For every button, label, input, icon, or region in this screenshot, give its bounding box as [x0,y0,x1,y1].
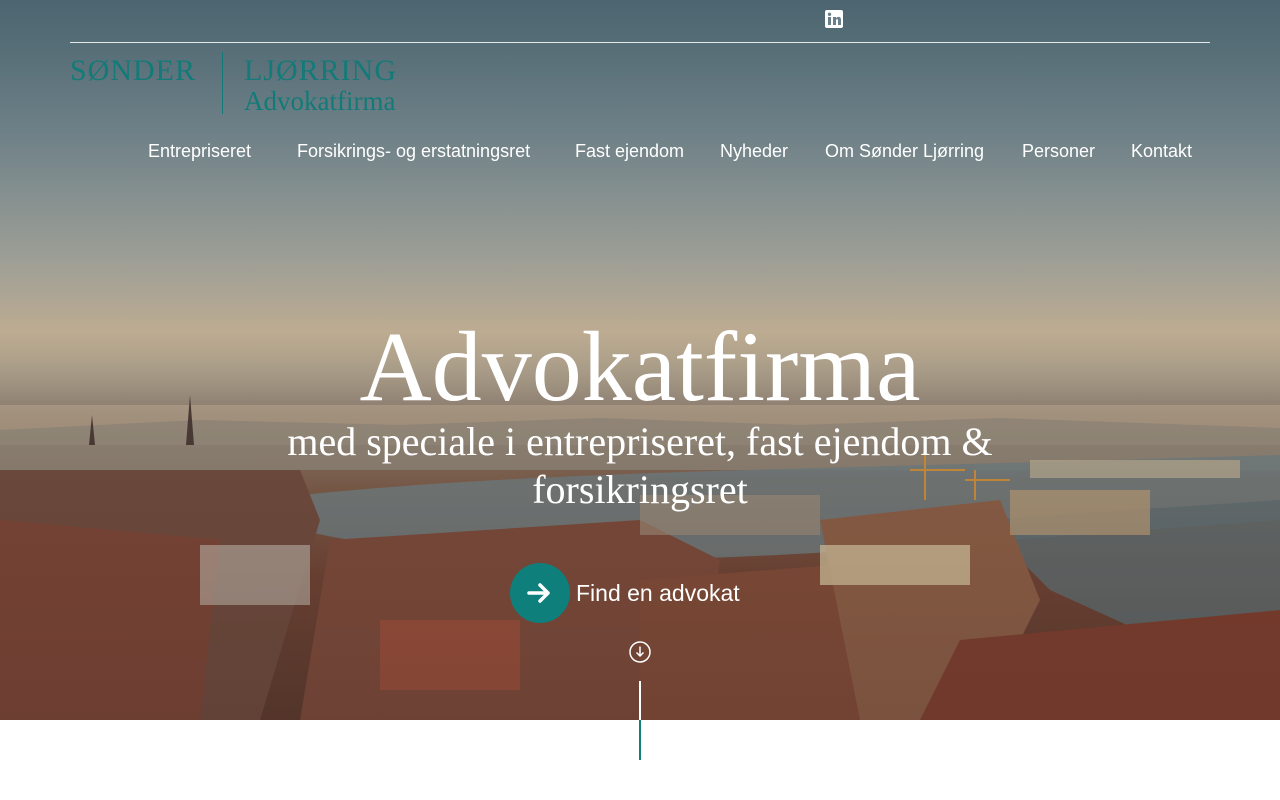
nav-item-personer[interactable]: Personer [1022,141,1095,162]
scroll-line [639,681,641,720]
nav-item-fast-ejendom[interactable]: Fast ejendom [575,141,684,162]
nav-item-entrepriseret[interactable]: Entrepriseret [148,141,251,162]
linkedin-icon[interactable] [825,10,843,28]
scroll-line-accent [639,720,641,760]
main-navigation: Entrepriseret Forsikrings- og erstatning… [0,141,1280,165]
nav-item-om-sonder-ljorring[interactable]: Om Sønder Ljørring [825,141,984,162]
site-logo[interactable]: SØNDER LJØRRING Advokatfirma [70,52,415,118]
find-lawyer-button[interactable]: Find en advokat [510,563,740,623]
logo-text-ljorring: LJØRRING [244,54,398,87]
find-lawyer-label: Find en advokat [576,579,740,606]
hero-title: Advokatfirma [359,311,921,422]
hero-subtitle: med speciale i entrepriseret, fast ejend… [287,419,993,512]
logo-separator [222,52,223,114]
nav-item-kontakt[interactable]: Kontakt [1131,141,1192,162]
arrow-right-icon [510,563,570,623]
logo-text-sonder: SØNDER [70,54,197,87]
top-divider [70,42,1210,43]
nav-item-forsikrings-og-erstatningsret[interactable]: Forsikrings- og erstatningsret [297,141,530,162]
nav-item-nyheder[interactable]: Nyheder [720,141,788,162]
logo-text-advokatfirma: Advokatfirma [244,86,396,116]
arrow-down-circle-icon[interactable] [629,641,651,663]
